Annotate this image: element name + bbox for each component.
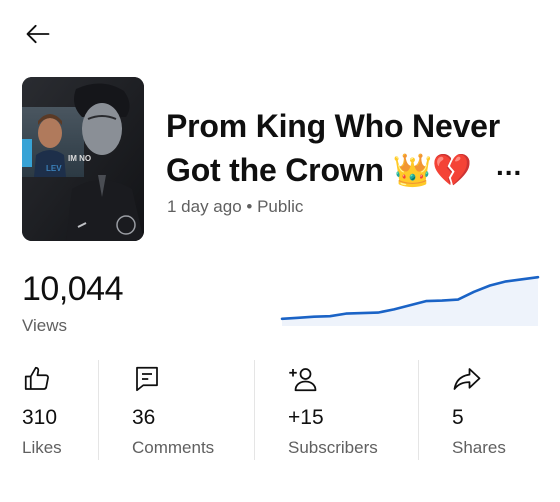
video-meta: 1 day ago • Public xyxy=(167,197,304,216)
thumbs-up-icon xyxy=(24,366,49,390)
shares-label: Shares xyxy=(452,438,506,457)
engagement-stats: 310 Likes 36 Comments +15 Subscribers 5 … xyxy=(0,360,560,460)
back-button[interactable] xyxy=(20,16,56,52)
likes-label: Likes xyxy=(22,438,62,457)
arrow-left-icon xyxy=(26,24,50,44)
video-title: Prom King Who Never Got the Crown 👑💔 xyxy=(166,104,536,192)
likes-count: 310 xyxy=(22,406,58,429)
video-title-line1: Prom King Who Never xyxy=(166,108,501,144)
comments-count: 36 xyxy=(132,406,156,429)
video-title-line2: Got the Crown 👑💔 xyxy=(166,152,472,188)
subscribers-count: +15 xyxy=(288,406,324,429)
thumbnail-caption: IM NO xyxy=(68,154,91,163)
share-icon xyxy=(453,368,481,390)
views-count: 10,044 xyxy=(22,270,124,308)
comments-label: Comments xyxy=(132,438,215,457)
svg-text:LEV: LEV xyxy=(46,164,62,173)
comment-icon xyxy=(136,366,158,392)
views-sparkline-area xyxy=(282,277,538,326)
shares-count: 5 xyxy=(452,406,464,429)
stat-divider xyxy=(254,360,255,460)
video-thumbnail[interactable]: IM NO LEV xyxy=(22,77,144,241)
subscribers-label: Subscribers xyxy=(288,438,378,457)
stat-divider xyxy=(418,360,419,460)
views-sparkline xyxy=(280,275,540,326)
title-more-button[interactable]: ... xyxy=(496,150,522,182)
add-person-icon xyxy=(289,368,317,392)
views-label: Views xyxy=(22,316,68,335)
stat-divider xyxy=(98,360,99,460)
